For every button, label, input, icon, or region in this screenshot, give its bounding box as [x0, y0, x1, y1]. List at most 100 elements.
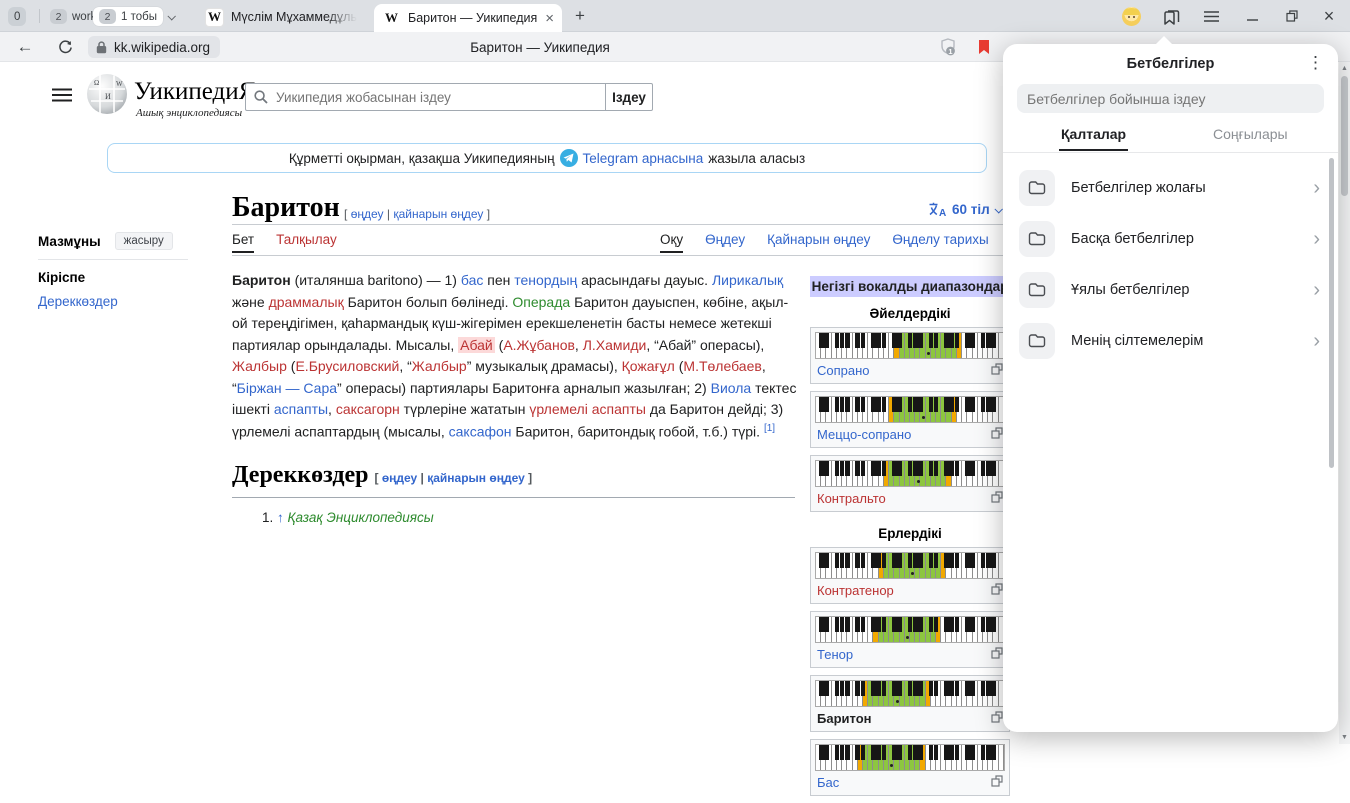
page-tab-left-0[interactable]: Бет [232, 232, 254, 247]
telegram-channel-link[interactable]: Telegram арнасына [583, 151, 704, 166]
new-tab-button[interactable]: + [568, 0, 592, 32]
edit-link[interactable]: өңдеу [382, 471, 417, 485]
page-tab-right-2[interactable]: Қайнарын өңдеу [767, 232, 870, 247]
article-link[interactable]: Операда [512, 294, 570, 310]
language-selector-button[interactable]: A 60 тіл [928, 202, 1001, 217]
article-link[interactable]: Виола [711, 380, 752, 396]
toc-title: Мазмұны [38, 234, 101, 249]
scrollbar-thumb[interactable] [1341, 76, 1348, 196]
voice-label[interactable]: Тенор [817, 647, 853, 662]
page-tab-left-1[interactable]: Талқылау [276, 232, 337, 247]
wikipedia-wordmark[interactable]: УикипедиЯ [134, 78, 255, 106]
article-link[interactable]: Біржан — Сара [237, 380, 337, 396]
vocal-range-keyboard [815, 680, 1005, 707]
edit-source-link[interactable]: қайнарын өңдеу [393, 207, 483, 221]
popup-icon [991, 711, 1003, 723]
article-link[interactable]: Абай [458, 337, 495, 353]
panel-scrollbar-thumb[interactable] [1329, 158, 1334, 468]
wikipedia-favicon: W [205, 8, 224, 27]
wikipedia-globe-logo[interactable]: Ω И W [86, 73, 128, 120]
edit-link[interactable]: өңдеу [351, 207, 384, 221]
tab-group-1-toby[interactable]: 2 1 тобы [93, 7, 163, 26]
panel-tab-folders[interactable]: Қалталар [1061, 126, 1126, 142]
article-link[interactable]: [1] [764, 423, 775, 434]
tab-muslim-article[interactable]: W Мүслім Мұхаммедұлы Ма [205, 5, 367, 29]
article-link[interactable]: Е.Брусиловский [295, 358, 399, 374]
reference-link[interactable]: Қазақ Энциклопедиясы [288, 510, 434, 525]
toc-item-0[interactable]: Кіріспе [38, 270, 198, 285]
ref-backlink[interactable]: ↑ [277, 510, 284, 525]
article-link[interactable]: үрлемелі аспапты [529, 401, 646, 417]
browser-menu-button[interactable] [1198, 0, 1224, 32]
voice-card-male-3: Бас [810, 739, 1010, 796]
toc-hide-button[interactable]: жасыру [115, 232, 173, 250]
popup-button[interactable] [991, 647, 1003, 662]
article-link[interactable]: аспапты [274, 401, 328, 417]
vocal-range-keyboard [815, 460, 1005, 487]
bookmark-page-button[interactable] [972, 32, 996, 62]
bookmark-folder-1[interactable]: Басқа бетбелгілер› [1003, 213, 1338, 264]
edit-source-link[interactable]: қайнарын өңдеу [427, 471, 525, 485]
toc-item-1[interactable]: Дереккөздер [38, 294, 198, 309]
tab-close-icon[interactable]: × [545, 11, 554, 26]
article-link[interactable]: саксафон [449, 423, 512, 439]
article-link[interactable]: бас [461, 272, 483, 288]
wiki-search-button[interactable]: Іздеу [605, 83, 653, 111]
voice-label[interactable]: Бас [817, 775, 839, 790]
folder-label: Ұялы бетбелгілер [1071, 282, 1297, 298]
voice-label[interactable]: Сопрано [817, 363, 870, 378]
popup-icon [991, 647, 1003, 659]
bookmarks-search-input[interactable] [1027, 91, 1314, 107]
close-window-button[interactable]: × [1314, 0, 1344, 32]
article-link[interactable]: Қожағұл [622, 358, 675, 374]
minimize-button[interactable] [1238, 0, 1266, 32]
bookmark-folder-3[interactable]: Менің сілтемелерім› [1003, 315, 1338, 366]
panel-menu-button[interactable]: ⋮ [1307, 53, 1324, 73]
article-link[interactable]: Жалбыр [412, 358, 467, 374]
article-link[interactable]: А.Жұбанов [503, 337, 575, 353]
article-link[interactable]: саксагорн [336, 401, 400, 417]
page-tab-right-0[interactable]: Оқу [660, 232, 683, 247]
voice-label[interactable]: Контратенор [817, 583, 894, 598]
article-link[interactable]: тенордың [514, 272, 577, 288]
article-link[interactable]: Л.Хамиди [583, 337, 647, 353]
popup-button[interactable] [991, 491, 1003, 506]
bookmark-folder-2[interactable]: Ұялы бетбелгілер› [1003, 264, 1338, 315]
article-link[interactable]: драммалық [269, 294, 344, 310]
profile-avatar[interactable] [1119, 0, 1143, 32]
popup-button[interactable] [991, 363, 1003, 378]
bookmarks-search[interactable] [1017, 84, 1324, 113]
tab-bariton-active[interactable]: W Баритон — Уикипедия × [374, 4, 562, 32]
wiki-search-box[interactable] [245, 83, 606, 111]
panel-tab-recent[interactable]: Соңғылары [1213, 126, 1288, 142]
protect-button[interactable]: 1 [936, 32, 960, 62]
popup-icon [991, 363, 1003, 375]
page-tab-right-3[interactable]: Өңделу тарихы [892, 232, 988, 247]
popup-button[interactable] [991, 583, 1003, 598]
tab-group-collapse-button[interactable] [162, 7, 180, 26]
page-scrollbar[interactable]: ▲ ▼ [1339, 62, 1350, 744]
bookmarks-panel-button[interactable] [1158, 0, 1184, 32]
popup-button[interactable] [991, 711, 1003, 726]
scroll-down-arrow[interactable]: ▼ [1341, 734, 1348, 741]
bookmarks-panel-title: Бетбелгілер [1003, 56, 1338, 72]
text-segment: , [328, 401, 336, 417]
restore-button[interactable] [1278, 0, 1306, 32]
banner-text: жазыла аласыз [708, 151, 805, 166]
article-link[interactable]: Лирикалық [712, 272, 783, 288]
tab-group-zero[interactable]: 0 [8, 7, 26, 26]
wiki-main-menu-button[interactable] [52, 88, 72, 107]
voice-label[interactable]: Контральто [817, 491, 886, 506]
folder-icon [1028, 282, 1046, 297]
article-link[interactable]: Жалбыр [232, 358, 287, 374]
bookmark-folder-0[interactable]: Бетбелгілер жолағы› [1003, 162, 1338, 213]
tab-title: Мүслім Мұхаммедұлы Ма [231, 10, 357, 24]
scroll-up-arrow[interactable]: ▲ [1341, 65, 1348, 72]
popup-button[interactable] [991, 775, 1003, 790]
article-link[interactable]: М.Төлебаев [683, 358, 761, 374]
page-tab-right-1[interactable]: Өңдеу [705, 232, 745, 247]
voice-label[interactable]: Меццо-сопрано [817, 427, 911, 442]
infobox-male-heading: Ерлердікі [810, 526, 1010, 541]
wiki-search-input[interactable] [276, 90, 597, 105]
popup-button[interactable] [991, 427, 1003, 442]
